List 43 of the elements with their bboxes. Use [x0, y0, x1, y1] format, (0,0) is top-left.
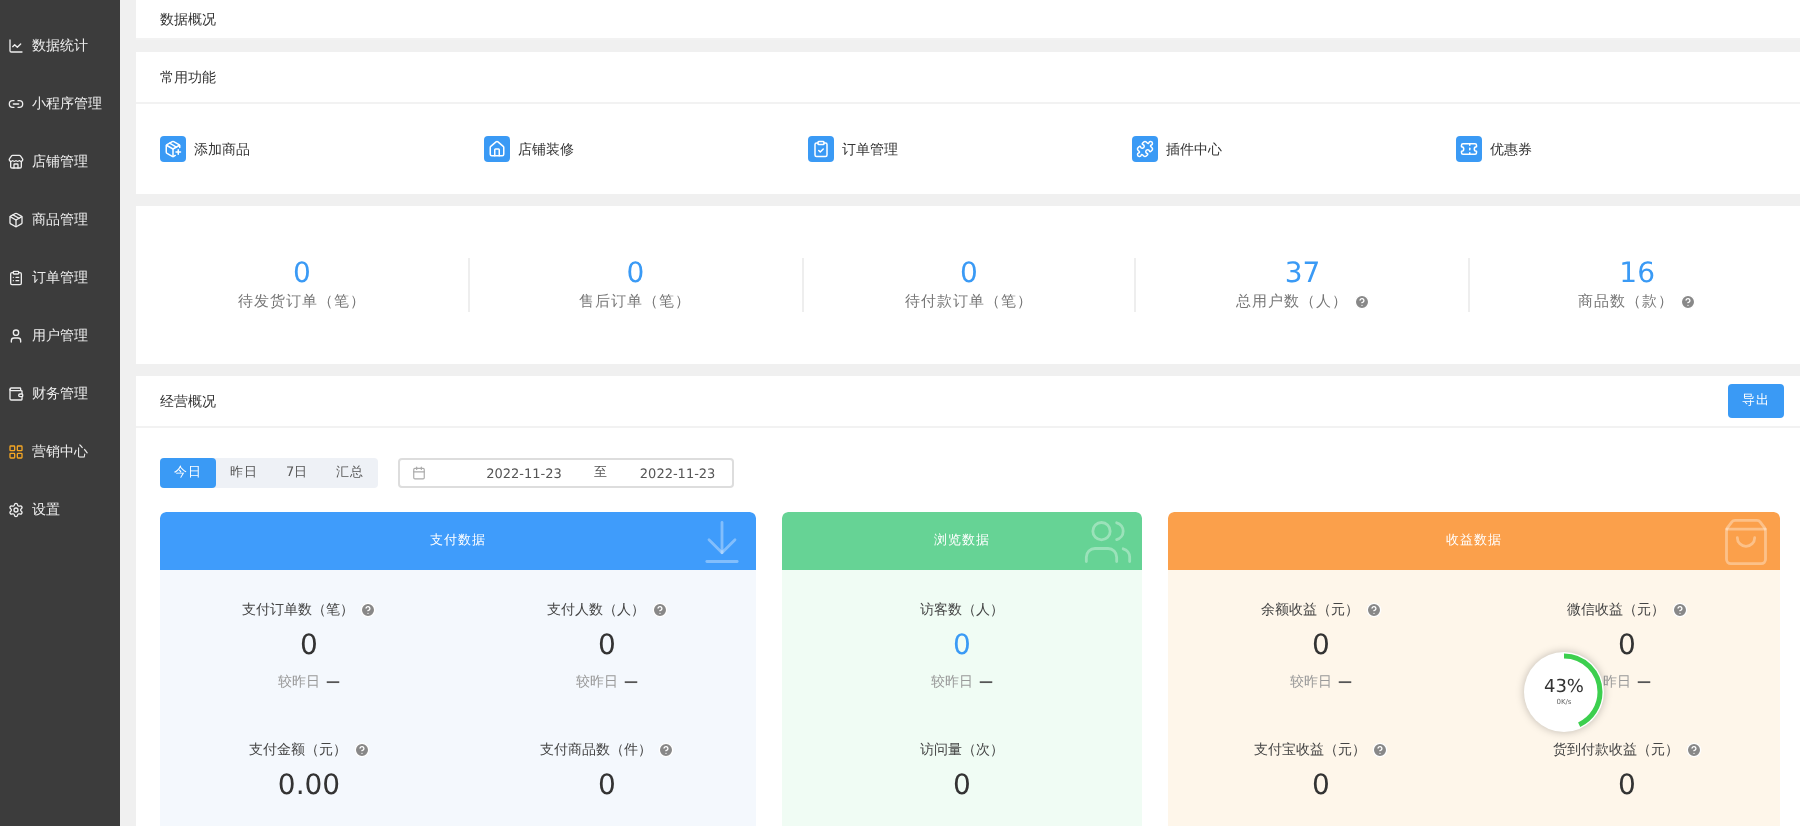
metric-value: 0 [1312, 770, 1330, 802]
wallet-icon [8, 385, 24, 401]
percent-text: 43% [1543, 678, 1584, 698]
help-icon[interactable] [651, 602, 667, 618]
user-icon [8, 327, 24, 343]
help-icon[interactable] [1680, 294, 1697, 310]
help-icon[interactable] [1353, 294, 1370, 310]
metric-value: 0 [1618, 630, 1636, 662]
link-icon [8, 95, 24, 111]
help-icon[interactable] [353, 742, 369, 758]
metric-value: 0 [953, 770, 971, 802]
users-icon [1082, 516, 1134, 568]
help-icon[interactable] [1372, 742, 1388, 758]
metric-value: 0 [598, 630, 616, 662]
line-chart-icon [8, 37, 24, 53]
metric-value: 0 [953, 630, 971, 662]
metric-value: 0 [1618, 770, 1636, 802]
stat-value: 37 [1284, 258, 1321, 290]
help-icon[interactable] [360, 602, 376, 618]
help-icon[interactable] [658, 742, 674, 758]
metric-value: 0 [1312, 630, 1330, 662]
puzzle-icon [1132, 136, 1158, 162]
metric-value: 0 [300, 630, 318, 662]
settings-icon [8, 501, 24, 517]
box-plus-icon [160, 136, 186, 162]
stat-value: 0 [292, 258, 311, 290]
help-icon[interactable] [1685, 742, 1701, 758]
stat-value: 16 [1619, 258, 1655, 290]
list-icon [8, 269, 24, 285]
stat-value: 0 [626, 258, 645, 290]
bag-icon [1720, 516, 1772, 568]
stat-value: 0 [960, 258, 978, 290]
store-icon [8, 153, 24, 169]
grid-icon [8, 443, 24, 459]
calendar-icon [412, 466, 427, 480]
ticket-icon [1456, 136, 1482, 162]
metric-value: 0 [598, 770, 616, 802]
clipboard-icon [808, 136, 834, 162]
metric-value: 0.00 [277, 770, 341, 802]
house-icon [484, 136, 510, 162]
help-icon[interactable] [1365, 602, 1381, 618]
help-icon[interactable] [1671, 602, 1687, 618]
package-icon [8, 211, 24, 227]
